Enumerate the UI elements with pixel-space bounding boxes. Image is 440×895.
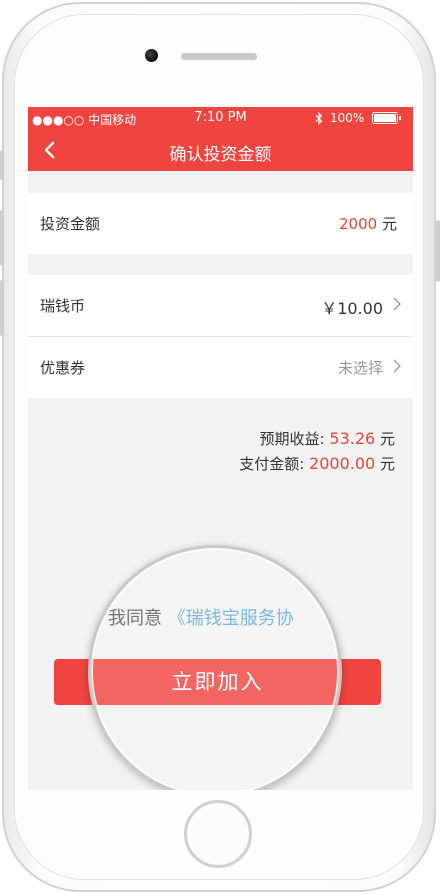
earnings-value: 53.26 [329, 429, 376, 448]
page-title: 确认投资金额 [169, 145, 272, 165]
invest-amount-value: 2000 元 [339, 213, 397, 234]
earnings-label: 预期收益: [259, 430, 325, 448]
invest-amount-label: 投资金额 [40, 215, 101, 233]
status-bar: ●●●○○ 中国移动 7:10 PM 100% [28, 107, 413, 129]
coin-value: ￥10.00 [321, 299, 383, 318]
earpiece-speaker [181, 53, 257, 60]
power-button [436, 220, 440, 282]
invest-amount-number: 2000 [339, 215, 378, 233]
invest-amount-unit: 元 [381, 215, 397, 233]
chevron-right-icon [393, 297, 401, 311]
invest-amount-row: 投资金额 2000 元 [28, 193, 413, 254]
mute-switch [0, 150, 4, 180]
magnifier-overlay [88, 545, 342, 790]
payment-value: 2000.00 [309, 454, 376, 473]
coin-row[interactable]: 瑞钱币 ￥10.00 [28, 275, 413, 337]
coupon-value: 未选择 [337, 359, 383, 377]
nav-bar: 确认投资金额 [28, 129, 413, 171]
battery-percent: 100% [330, 111, 365, 125]
bluetooth-icon [315, 112, 323, 125]
volume-up-button [0, 210, 4, 266]
coupon-label: 优惠券 [40, 359, 86, 377]
front-camera [145, 49, 158, 62]
coupon-row[interactable]: 优惠券 未选择 [28, 337, 413, 398]
volume-down-button [0, 280, 4, 336]
expected-earnings: 预期收益: 53.26 元 [260, 428, 395, 449]
battery-icon [372, 112, 401, 124]
chevron-right-icon [393, 359, 401, 373]
payment-unit: 元 [379, 455, 395, 473]
earnings-unit: 元 [379, 430, 395, 448]
coin-label: 瑞钱币 [40, 297, 86, 315]
payment-label: 支付金额: [239, 455, 305, 473]
payment-amount: 支付金额: 2000.00 元 [239, 453, 395, 474]
app-screen: ●●●○○ 中国移动 7:10 PM 100% 确认投资金额 投资金额 2000… [28, 107, 413, 790]
home-button[interactable] [184, 800, 252, 868]
